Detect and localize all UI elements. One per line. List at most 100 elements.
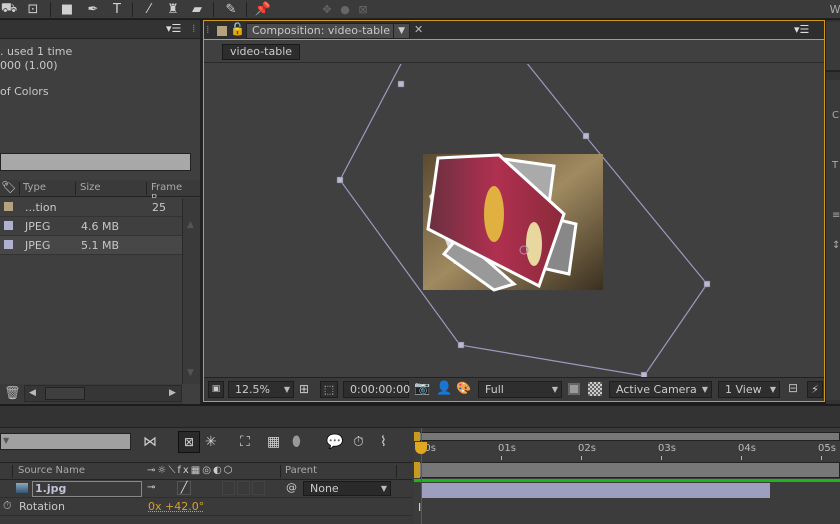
font-size-icon[interactable]: T: [832, 160, 838, 171]
layer-duration-bar[interactable]: [421, 483, 770, 498]
local-axis-icon[interactable]: ✥: [320, 1, 334, 17]
close-tab-icon[interactable]: ✕: [414, 23, 423, 36]
time-ruler[interactable]: 00s01s02s03s04s05s I: [414, 428, 840, 524]
tab-dropdown-icon[interactable]: ▼: [393, 24, 405, 38]
comp-mini-flowchart-icon[interactable]: ⋈: [143, 434, 157, 450]
layer-row[interactable]: 1.jpg ⊸ ╱ @ None ▼: [0, 480, 412, 498]
font-field-icon[interactable]: C: [832, 110, 839, 121]
graph-editor-icon[interactable]: ⌇: [380, 434, 387, 450]
magnification-dropdown[interactable]: 12.5% ▼: [228, 381, 294, 398]
always-preview-icon[interactable]: ▣: [208, 381, 224, 398]
quality-switch-icon[interactable]: ╱: [177, 481, 191, 495]
scroll-left-arrow-icon[interactable]: ◀: [29, 388, 36, 398]
camera-orbit-icon[interactable]: ⛟: [0, 1, 18, 17]
layer-switches-icons[interactable]: ⊸☼⟍fx▦◎◐⬡: [147, 465, 234, 476]
time-navigator[interactable]: [414, 432, 840, 441]
layer-switch-box[interactable]: [237, 481, 250, 495]
pan-behind-icon[interactable]: ⊡: [24, 1, 42, 17]
roto-brush-icon[interactable]: ✎: [222, 1, 240, 17]
hide-shy-layers-icon[interactable]: ✳: [205, 434, 217, 450]
lock-icon[interactable]: 🔓: [230, 22, 245, 36]
brush-tool-icon[interactable]: ⁄: [140, 1, 158, 17]
shy-switch-icon[interactable]: ⊸: [147, 482, 155, 493]
transform-handle[interactable]: [457, 341, 465, 349]
motion-blur-icon[interactable]: ▦: [267, 434, 280, 450]
column-size[interactable]: Size: [80, 182, 101, 193]
view-layout-dropdown[interactable]: 1 View ▼: [718, 381, 780, 398]
align-icon[interactable]: ≡: [832, 210, 840, 221]
column-divider: [12, 465, 13, 478]
pixel-aspect-icon[interactable]: ⊟: [788, 381, 798, 395]
rotation-value[interactable]: 0x +42.0°: [148, 500, 204, 513]
column-type[interactable]: Type: [23, 182, 46, 193]
eraser-tool-icon[interactable]: ▰: [188, 1, 206, 17]
property-row[interactable]: ⏱ Rotation 0x +42.0°: [0, 498, 412, 516]
column-source-name[interactable]: Source Name: [18, 465, 85, 476]
type-tool-icon[interactable]: T: [108, 1, 126, 17]
work-area-start-handle[interactable]: [414, 462, 420, 478]
layer-name-field[interactable]: 1.jpg: [32, 481, 142, 497]
panel-menu-icon[interactable]: ▾☰: [166, 22, 181, 35]
composition-viewer[interactable]: [204, 64, 824, 377]
panel-menu-icon[interactable]: ▾☰: [794, 23, 809, 36]
current-time-display[interactable]: 0:00:00:00: [343, 381, 410, 398]
scroll-right-arrow-icon[interactable]: ▶: [169, 388, 176, 398]
resolution-dropdown[interactable]: Full ▼: [478, 381, 562, 398]
draft-3d-icon[interactable]: ⊠: [178, 431, 200, 453]
puppet-pin-icon[interactable]: 📌: [254, 1, 272, 17]
panel-grip-icon[interactable]: ⁞: [206, 23, 210, 36]
parent-dropdown[interactable]: None ▼: [303, 481, 391, 496]
trash-icon[interactable]: 🗑: [4, 386, 21, 401]
search-dropdown-icon[interactable]: ▼: [3, 436, 9, 445]
project-item-row[interactable]: JPEG 4.6 MB: [0, 217, 182, 236]
view-axis-icon[interactable]: ⊠: [356, 1, 370, 17]
camera-view-dropdown[interactable]: Active Camera ▼: [609, 381, 712, 398]
project-item-row[interactable]: JPEG 5.1 MB: [0, 236, 182, 255]
auto-keyframe-icon[interactable]: 💬: [326, 434, 343, 450]
scroll-thumb[interactable]: [45, 387, 85, 400]
project-vertical-scrollbar[interactable]: ▲ ▼: [182, 198, 200, 384]
work-area-bar[interactable]: [414, 462, 840, 478]
show-snapshot-icon[interactable]: 👤: [436, 381, 452, 396]
comp-flowchart-button[interactable]: video-table: [222, 44, 300, 60]
stopwatch-icon[interactable]: ⏱: [353, 434, 364, 450]
brainstorm-icon[interactable]: ⬮: [292, 434, 301, 450]
scroll-down-arrow-icon[interactable]: ▼: [187, 368, 194, 378]
scroll-up-arrow-icon[interactable]: ▲: [187, 220, 194, 230]
project-item-row[interactable]: ...tion 25: [0, 198, 182, 217]
region-of-interest-icon[interactable]: [568, 383, 580, 395]
snapshot-icon[interactable]: 📷: [414, 381, 430, 396]
tick-label: 02s: [578, 443, 596, 454]
layer-switch-box[interactable]: [222, 481, 235, 495]
leading-icon[interactable]: ↕: [832, 240, 840, 251]
column-parent[interactable]: Parent: [285, 465, 317, 476]
layer-switch-box[interactable]: [252, 481, 265, 495]
navigator-start-handle[interactable]: [414, 432, 420, 441]
pen-tool-icon[interactable]: ✒: [84, 1, 102, 17]
frame-blending-icon[interactable]: ⛶: [240, 434, 250, 450]
composition-tab[interactable]: Composition: video-table ▼: [246, 23, 410, 39]
fast-previews-icon[interactable]: ⚡: [807, 381, 823, 398]
pick-whip-icon[interactable]: @: [286, 481, 297, 494]
clone-stamp-icon[interactable]: ♜: [164, 1, 182, 17]
transform-handle[interactable]: [582, 132, 590, 140]
transform-handle[interactable]: [397, 80, 405, 88]
grid-guides-icon[interactable]: ⊞: [299, 382, 309, 396]
transform-handle[interactable]: [703, 280, 711, 288]
stopwatch-icon[interactable]: ⏱: [3, 499, 12, 513]
panel-grip-icon[interactable]: ⁞: [192, 22, 196, 35]
composition-tab-bar: ⁞ 🔓 Composition: video-table ▼ ✕ ▾☰: [204, 21, 824, 40]
playhead-handle[interactable]: [415, 442, 427, 454]
world-axis-icon[interactable]: ●: [338, 1, 352, 17]
rectangle-tool-icon[interactable]: ■: [58, 1, 76, 17]
workspace-label[interactable]: W: [830, 1, 840, 17]
project-horizontal-scrollbar[interactable]: ◀ ▶: [24, 385, 182, 402]
transform-handle[interactable]: [336, 176, 344, 184]
transparency-grid-icon[interactable]: [588, 382, 602, 396]
channel-rgb-icon[interactable]: 🎨: [456, 381, 471, 395]
photo-figure: [526, 222, 542, 266]
mask-visibility-icon[interactable]: ⬚: [320, 381, 338, 398]
label-tag-icon[interactable]: 🏷: [1, 180, 16, 194]
project-search-input[interactable]: [0, 153, 191, 171]
timeline-search-input[interactable]: ▼: [0, 433, 131, 450]
